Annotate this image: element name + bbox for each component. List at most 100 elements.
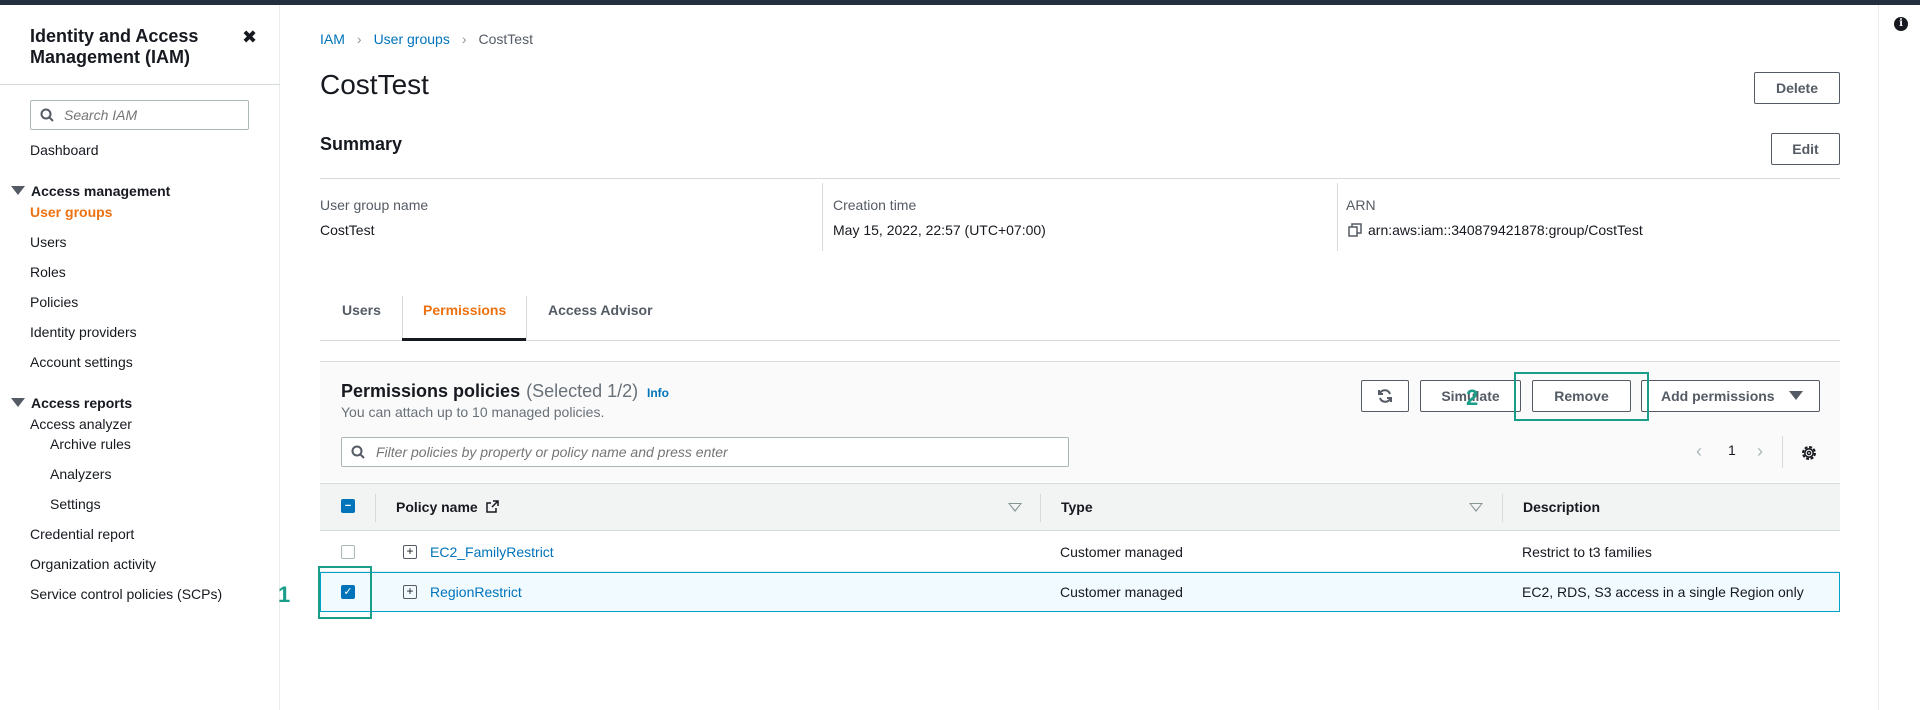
column-divider: [822, 183, 823, 251]
breadcrumb-current: CostTest: [478, 31, 533, 47]
column-header-type[interactable]: Type: [1061, 499, 1093, 515]
policy-type: Customer managed: [1060, 584, 1183, 600]
sidebar-item-roles[interactable]: Roles: [30, 264, 66, 280]
policy-filter[interactable]: [341, 437, 1069, 467]
breadcrumb: IAM › User groups › CostTest: [320, 31, 533, 47]
tab-separator: [402, 296, 403, 340]
sort-icon[interactable]: [1008, 503, 1022, 512]
summary-divider: [320, 178, 1840, 179]
edit-button[interactable]: Edit: [1771, 133, 1840, 165]
sidebar-item-analyzers[interactable]: Analyzers: [50, 466, 111, 482]
sidebar-item-access-analyzer[interactable]: Access analyzer: [30, 416, 132, 432]
breadcrumb-user-groups[interactable]: User groups: [374, 31, 450, 47]
creation-time-value: May 15, 2022, 22:57 (UTC+07:00): [833, 222, 1046, 238]
arn-label: ARN: [1346, 197, 1376, 213]
policy-name-link[interactable]: EC2_FamilyRestrict: [430, 544, 554, 560]
sidebar-item-credential-report[interactable]: Credential report: [30, 526, 134, 542]
caret-down-icon: [11, 186, 25, 195]
group-name-value: CostTest: [320, 222, 375, 238]
sidebar-search[interactable]: [30, 100, 249, 130]
policy-type: Customer managed: [1060, 544, 1183, 560]
top-bar: [0, 0, 1920, 5]
select-all-checkbox[interactable]: −: [341, 499, 355, 513]
sidebar-section-access-reports[interactable]: Access reports: [11, 395, 132, 411]
table-row[interactable]: + EC2_FamilyRestrict Customer managed Re…: [320, 532, 1840, 572]
annotation-box-remove: [1514, 372, 1649, 421]
policy-description: EC2, RDS, S3 access in a single Region o…: [1522, 584, 1804, 600]
annotation-box-checkbox: [318, 566, 372, 619]
tab-active-indicator: [402, 338, 526, 341]
sidebar-item-policies[interactable]: Policies: [30, 294, 78, 310]
search-icon: [351, 445, 365, 459]
sort-icon[interactable]: [1469, 503, 1483, 512]
delete-button[interactable]: Delete: [1754, 72, 1840, 104]
creation-time-label: Creation time: [833, 197, 917, 213]
sidebar-item-user-groups[interactable]: User groups: [30, 204, 112, 220]
sidebar-item-archive-rules[interactable]: Archive rules: [50, 436, 131, 452]
annotation-number-2: 2: [1466, 385, 1479, 410]
caret-down-icon: [11, 398, 25, 407]
arn-value: arn:aws:iam::340879421878:group/CostTest: [1368, 222, 1643, 238]
section-label: Access reports: [31, 395, 133, 411]
sidebar-item-identity-providers[interactable]: Identity providers: [30, 324, 137, 340]
group-name-label: User group name: [320, 197, 429, 213]
info-link[interactable]: Info: [647, 386, 669, 400]
search-icon: [40, 108, 54, 122]
policy-name-link[interactable]: RegionRestrict: [430, 584, 522, 600]
pager-divider: [1782, 436, 1783, 468]
sidebar-item-account-settings[interactable]: Account settings: [30, 354, 133, 370]
summary-heading: Summary: [320, 134, 403, 154]
permissions-title: Permissions policies (Selected 1/2): [341, 381, 638, 402]
sidebar-section-access-management[interactable]: Access management: [11, 183, 170, 199]
annotation-number-1: 1: [278, 582, 291, 607]
tab-separator: [526, 296, 527, 340]
column-divider: [1337, 183, 1338, 251]
right-rail: [1878, 5, 1879, 710]
sidebar-item-users[interactable]: Users: [30, 234, 67, 250]
table-row[interactable]: ✓ + RegionRestrict Customer managed EC2,…: [320, 572, 1840, 612]
column-divider: [1040, 494, 1041, 522]
expand-icon[interactable]: +: [403, 585, 417, 599]
settings-gear-icon[interactable]: [1800, 444, 1818, 462]
external-link-icon: [485, 500, 499, 513]
sidebar-item-organization-activity[interactable]: Organization activity: [30, 556, 156, 572]
policy-description: Restrict to t3 families: [1522, 544, 1652, 560]
sidebar-item-settings[interactable]: Settings: [50, 496, 101, 512]
caret-down-icon: [1788, 391, 1803, 400]
sidebar-item-dashboard[interactable]: Dashboard: [30, 142, 99, 158]
expand-icon[interactable]: +: [403, 545, 417, 559]
column-header-policy-name[interactable]: Policy name: [396, 499, 499, 515]
refresh-icon: [1378, 389, 1392, 403]
table-header: − Policy name Type Description: [320, 483, 1840, 531]
chevron-right-icon: ›: [461, 31, 467, 47]
info-icon[interactable]: i: [1894, 17, 1908, 31]
filter-input[interactable]: [376, 442, 1056, 462]
tab-permissions[interactable]: Permissions: [423, 302, 506, 318]
column-divider: [375, 494, 376, 522]
column-header-description[interactable]: Description: [1523, 499, 1600, 515]
sidebar: Identity and Access Management (IAM) ✖ D…: [0, 5, 280, 710]
tabs-divider: [320, 340, 1840, 341]
breadcrumb-iam[interactable]: IAM: [320, 31, 345, 47]
permissions-title-text: Permissions policies: [341, 381, 521, 401]
copy-icon[interactable]: [1348, 223, 1362, 237]
arn-row: arn:aws:iam::340879421878:group/CostTest: [1348, 222, 1643, 238]
add-permissions-button[interactable]: Add permissions: [1641, 380, 1820, 412]
selected-count: (Selected 1/2): [526, 381, 639, 401]
sidebar-item-scps[interactable]: Service control policies (SCPs): [30, 586, 222, 602]
page-number[interactable]: 1: [1728, 442, 1736, 458]
sidebar-title: Identity and Access Management (IAM): [30, 26, 199, 67]
next-page-icon[interactable]: ›: [1757, 441, 1763, 462]
page-title: CostTest: [320, 69, 429, 100]
chevron-right-icon: ›: [356, 31, 362, 47]
tab-access-advisor[interactable]: Access Advisor: [548, 302, 653, 318]
refresh-button[interactable]: [1361, 380, 1409, 412]
permissions-description: You can attach up to 10 managed policies…: [341, 404, 605, 420]
section-label: Access management: [31, 183, 171, 199]
close-icon[interactable]: ✖: [242, 27, 257, 48]
prev-page-icon[interactable]: ‹: [1696, 441, 1702, 462]
search-input[interactable]: [64, 105, 244, 125]
row-checkbox[interactable]: [341, 545, 355, 559]
add-permissions-label: Add permissions: [1661, 388, 1775, 404]
tab-users[interactable]: Users: [342, 302, 381, 318]
